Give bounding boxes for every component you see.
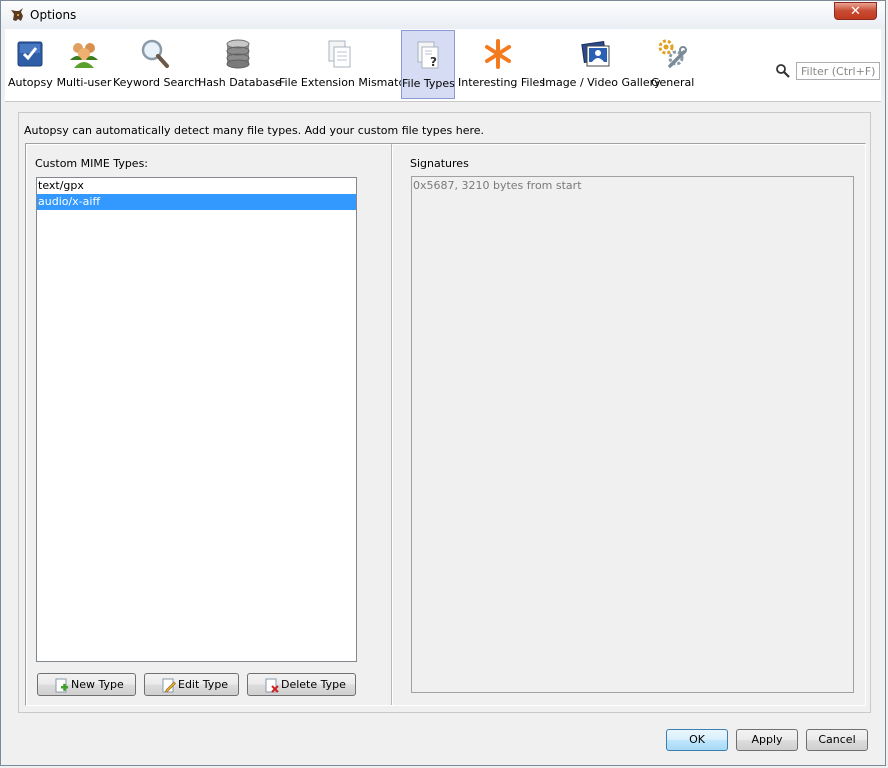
edit-pencil-icon <box>162 678 176 693</box>
split-divider[interactable] <box>391 144 393 705</box>
tab-keyword-search[interactable]: Keyword Search <box>113 30 202 99</box>
new-document-icon <box>55 678 68 693</box>
tab-label: Hash Database <box>198 76 282 89</box>
list-item[interactable]: text/gpx <box>37 178 356 194</box>
tab-hash-database[interactable]: Hash Database <box>198 30 282 99</box>
tab-interesting-files[interactable]: Interesting Files <box>458 30 546 99</box>
filter-input[interactable] <box>796 62 880 80</box>
signature-entry: 0x5687, 3210 bytes from start <box>413 179 582 192</box>
close-button[interactable]: ✕ <box>834 2 877 20</box>
tab-label: Interesting Files <box>458 76 546 89</box>
edit-type-button[interactable]: Edit Type <box>144 673 239 696</box>
tab-file-types[interactable]: ? File Types <box>401 30 455 99</box>
options-category-toolbar: Autopsy Multi-user Keyword Search Hash D… <box>5 29 881 102</box>
svg-text:?: ? <box>430 55 437 69</box>
mime-types-list[interactable]: text/gpx audio/x-aiff <box>36 177 357 662</box>
options-dialog: Options ✕ Autopsy Multi-user Keyword Sea… <box>0 0 886 766</box>
document-stack-icon <box>328 40 350 68</box>
autopsy-dog-icon <box>11 8 23 21</box>
signatures-list[interactable]: 0x5687, 3210 bytes from start <box>411 176 854 693</box>
users-icon <box>70 43 98 68</box>
list-item[interactable]: audio/x-aiff <box>37 194 356 210</box>
tab-label: General <box>651 76 695 89</box>
tab-image-video-gallery[interactable]: Image / Video Gallery <box>542 30 661 99</box>
search-icon <box>776 64 790 78</box>
tab-label: File Extension Mismatch <box>279 76 412 89</box>
custom-mime-types-label: Custom MIME Types: <box>35 157 149 170</box>
tab-label: Keyword Search <box>113 76 202 89</box>
cancel-button[interactable]: Cancel <box>806 729 868 751</box>
ok-button[interactable]: OK <box>666 729 728 751</box>
button-label: Delete Type <box>281 678 346 691</box>
apply-button[interactable]: Apply <box>736 729 798 751</box>
asterisk-icon <box>485 39 511 69</box>
gallery-icon <box>581 40 610 67</box>
button-label: Edit Type <box>178 678 229 691</box>
tab-label: Multi-user <box>56 76 112 89</box>
file-types-description: Autopsy can automatically detect many fi… <box>24 124 485 137</box>
delete-document-icon <box>265 678 279 693</box>
tab-autopsy[interactable]: Autopsy <box>8 30 53 99</box>
tab-general[interactable]: General <box>651 30 695 99</box>
window-title: Options <box>30 8 77 22</box>
button-label: New Type <box>71 678 124 691</box>
magnifier-icon <box>141 39 169 68</box>
tab-label: Image / Video Gallery <box>542 76 661 89</box>
delete-type-button[interactable]: Delete Type <box>247 673 356 696</box>
new-type-button[interactable]: New Type <box>37 673 136 696</box>
signatures-label: Signatures <box>410 157 469 170</box>
tab-file-extension-mismatch[interactable]: File Extension Mismatch <box>279 30 412 99</box>
autopsy-checkbox-icon <box>17 41 43 67</box>
gears-wrench-icon <box>658 39 687 68</box>
tab-label: Autopsy <box>8 76 53 89</box>
tab-multi-user[interactable]: Multi-user <box>55 30 113 99</box>
tab-label: File Types <box>402 77 455 90</box>
database-icon <box>226 39 249 69</box>
file-question-icon: ? <box>417 41 439 69</box>
title-bar: Options ✕ <box>1 1 885 29</box>
